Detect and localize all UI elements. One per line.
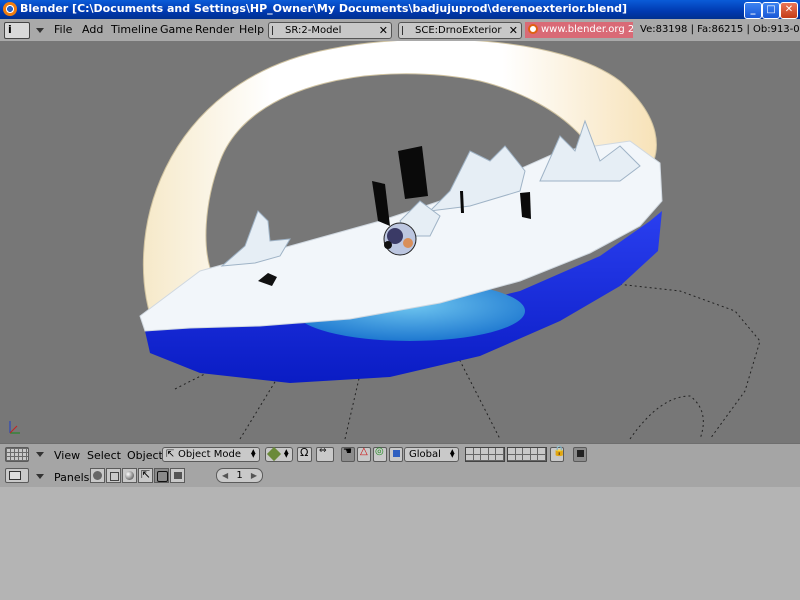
panels-menu[interactable]: Panels — [54, 471, 89, 484]
info-icon: i — [8, 23, 12, 36]
collapse-menu-icon[interactable] — [36, 28, 44, 33]
blender-logo-icon — [528, 24, 538, 34]
window-type-3dview-button[interactable] — [5, 447, 29, 462]
shading-context-tab[interactable] — [122, 468, 137, 483]
lock-icon: 🔒 — [553, 446, 566, 457]
menu-game[interactable]: Game — [160, 23, 193, 36]
layer-buttons-group-2[interactable] — [507, 447, 547, 462]
lock-layers-button[interactable]: 🔒 — [550, 446, 566, 462]
close-button[interactable]: ✕ — [780, 2, 798, 19]
layer-buttons-group-1[interactable] — [465, 447, 505, 462]
buttons-window-body — [0, 487, 800, 600]
pivot-mode-icon: ⇔ — [319, 446, 327, 456]
frame-number: 1 — [236, 470, 243, 481]
object-context-tab[interactable]: ⇱ — [138, 468, 153, 483]
shading-icon — [125, 471, 134, 480]
window-title: Blender [C:\Documents and Settings\HP_Ow… — [20, 2, 628, 15]
logic-context-tab[interactable] — [90, 468, 105, 483]
render-preview-button[interactable] — [573, 447, 587, 462]
url-text: www.blender.org 245 — [541, 24, 633, 35]
menu-file[interactable]: File — [54, 23, 72, 36]
editing-context-tab[interactable] — [154, 468, 169, 483]
grid-icon — [6, 448, 28, 461]
current-frame-field[interactable]: ◀ 1 ▶ — [216, 468, 263, 483]
delete-scene-icon[interactable]: ✕ — [509, 23, 518, 38]
rotate-icon: ◎ — [375, 446, 384, 457]
updown-icon: ▲ ▼ — [284, 448, 289, 459]
object-mode-icon: ⇱ — [166, 449, 175, 460]
orientation-selector[interactable]: Global ▲ ▼ — [404, 447, 459, 462]
scale-manipulator[interactable] — [389, 447, 403, 462]
scene-render — [9, 41, 761, 440]
mode-label: Object Mode — [178, 449, 241, 460]
solid-draw-icon — [266, 446, 282, 462]
updown-icon: ▲ ▼ — [450, 448, 455, 459]
menu-timeline[interactable]: Timeline — [111, 23, 158, 36]
blender-url-link[interactable]: www.blender.org 245 — [525, 22, 633, 38]
minimize-button[interactable]: _ — [744, 2, 762, 19]
browse-icon — [272, 26, 280, 35]
hand-icon: ☚ — [343, 446, 352, 457]
pivot-icon: Ω — [300, 446, 309, 459]
buttons-window-icon — [9, 471, 21, 480]
menu-render[interactable]: Render — [195, 23, 234, 36]
info-window-type-button[interactable]: i — [4, 22, 30, 39]
collapse-menu-icon[interactable] — [36, 452, 44, 457]
maximize-button[interactable]: □ — [762, 2, 780, 19]
scene-icon — [174, 472, 182, 479]
center-objects — [383, 222, 417, 256]
script-icon — [110, 472, 119, 481]
decrement-icon[interactable]: ◀ — [222, 469, 228, 482]
window-title-bar[interactable]: Blender [C:\Documents and Settings\HP_Ow… — [0, 0, 800, 19]
translate-icon: △ — [360, 446, 368, 457]
draw-type-selector[interactable]: ▲ ▼ — [265, 446, 293, 462]
translate-manipulator[interactable]: △ — [357, 446, 371, 462]
info-header: i File Add Timeline Game Render Help SR:… — [0, 19, 800, 42]
increment-icon[interactable]: ▶ — [251, 469, 257, 482]
3d-view-header: View Select Object ⇱ Object Mode ▲ ▼ ▲ ▼ Ω… — [0, 443, 800, 466]
browse-icon — [402, 26, 410, 35]
menu-help[interactable]: Help — [239, 23, 264, 36]
editing-icon — [157, 471, 168, 482]
mode-selector[interactable]: ⇱ Object Mode ▲ ▼ — [162, 447, 260, 462]
manipulator-toggle[interactable]: ☚ — [341, 446, 355, 462]
collapse-menu-icon[interactable] — [36, 474, 44, 479]
menu-add[interactable]: Add — [82, 23, 103, 36]
rotate-manipulator[interactable]: ◎ — [373, 446, 387, 462]
buttons-window-header: Panels ⇱ ◀ 1 ▶ — [0, 465, 800, 488]
logic-icon — [93, 471, 102, 480]
orientation-label: Global — [409, 449, 441, 460]
scene-context-tab[interactable] — [170, 468, 185, 483]
scale-icon — [393, 450, 400, 457]
menu-object[interactable]: Object — [127, 449, 163, 462]
render-icon — [577, 450, 584, 457]
menu-select[interactable]: Select — [87, 449, 121, 462]
screen-name: SR:2-Model — [285, 25, 342, 36]
pivot-mode-button[interactable]: ⇔ — [316, 446, 334, 462]
delete-screen-icon[interactable]: ✕ — [379, 23, 388, 38]
scene-name: SCE:DrnoExterior — [415, 25, 502, 36]
menu-view[interactable]: View — [54, 449, 80, 462]
blender-logo-icon — [3, 2, 17, 16]
script-context-tab[interactable] — [106, 468, 121, 483]
3d-viewport[interactable] — [0, 41, 800, 443]
scene-selector[interactable]: SCE:DrnoExterior ✕ — [398, 22, 522, 39]
object-icon: ⇱ — [141, 468, 151, 481]
scene-stats: Ve:83198 | Fa:86215 | Ob:913-0 | L — [640, 24, 800, 35]
axis-gizmo-icon — [9, 421, 20, 434]
window-type-buttons-button[interactable] — [5, 468, 29, 483]
screen-selector[interactable]: SR:2-Model ✕ — [268, 22, 392, 39]
pivot-button[interactable]: Ω — [297, 446, 312, 462]
updown-icon: ▲ ▼ — [251, 448, 256, 459]
